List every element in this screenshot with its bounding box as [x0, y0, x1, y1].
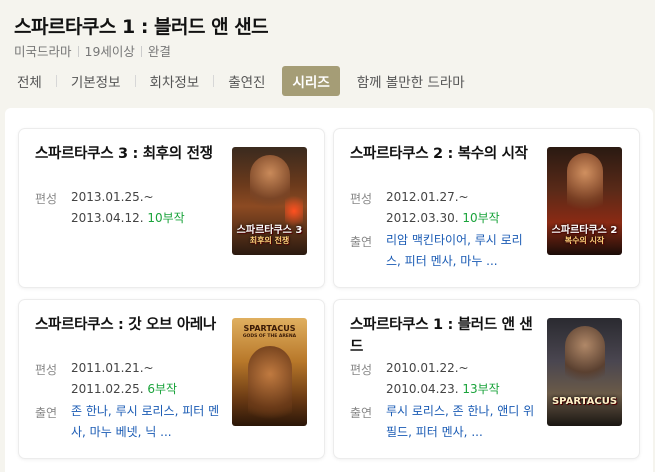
- poster-figure: [565, 326, 605, 390]
- series-card[interactable]: 스파르타쿠스 : 갓 오브 아레나 편성 2011.01.21.~ 2011.0…: [18, 299, 325, 459]
- tab-divider: [134, 75, 136, 87]
- poster-figure: [567, 153, 603, 219]
- broadcast-dates: 2011.01.21.~ 2011.02.25. 6부작: [71, 358, 221, 400]
- poster-image[interactable]: 스파르타쿠스 3 최후의 전쟁: [232, 147, 307, 255]
- poster-title: 스파르타쿠스 2: [551, 225, 618, 236]
- meta-status: 완결: [147, 44, 171, 59]
- tab-basic-info[interactable]: 기본정보: [68, 71, 124, 91]
- meta-genre: 미국드라마: [14, 44, 72, 59]
- meta-rating: 19세이상: [84, 44, 135, 59]
- series-panel: 스파르타쿠스 3 : 최후의 전쟁 편성 2013.01.25.~ 2013.0…: [5, 108, 653, 472]
- tab-series[interactable]: 시리즈: [282, 66, 340, 96]
- poster-subtitle: 복수의 시작: [564, 236, 605, 245]
- poster-image[interactable]: SPARTACUS GODS OF THE ARENA: [232, 318, 307, 426]
- poster-title: 스파르타쿠스 3: [236, 225, 303, 236]
- date-end: 2013.04.12.: [71, 211, 144, 225]
- broadcast-label: 편성: [35, 363, 58, 377]
- cast-label: 출연: [350, 235, 373, 249]
- date-end-row: 2010.04.23. 13부작: [386, 379, 536, 400]
- tab-recommended[interactable]: 함께 볼만한 드라마: [354, 71, 468, 91]
- broadcast-label: 편성: [35, 192, 58, 206]
- broadcast-dates: 2013.01.25.~ 2013.04.12. 10부작: [71, 187, 221, 229]
- series-card[interactable]: 스파르타쿠스 2 : 복수의 시작 편성 2012.01.27.~ 2012.0…: [333, 128, 640, 288]
- poster-title: SPARTACUS: [243, 324, 296, 333]
- poster-figure: [250, 155, 290, 215]
- episode-count: 6부작: [147, 382, 178, 396]
- poster-image[interactable]: SPARTACUS: [547, 318, 622, 426]
- date-start: 2011.01.21.~: [71, 361, 154, 375]
- tab-all[interactable]: 전체: [14, 71, 45, 91]
- series-title[interactable]: 스파르타쿠스 : 갓 오브 아레나: [35, 314, 225, 336]
- header: 스파르타쿠스 1 : 블러드 앤 샌드 미국드라마 19세이상 완결 전체 기본정보…: [0, 0, 655, 108]
- date-start: 2010.01.22.~: [386, 361, 469, 375]
- tab-divider: [55, 75, 57, 87]
- poster-subtitle: GODS OF THE ARENA: [242, 334, 297, 339]
- cast-list[interactable]: 존 한나, 루시 로리스, 피터 멘사, 마누 베넷, 닉 ...: [71, 401, 221, 443]
- poster-subtitle: 최후의 전쟁: [249, 236, 290, 245]
- episode-count: 10부작: [462, 211, 500, 225]
- date-end-row: 2011.02.25. 6부작: [71, 379, 221, 400]
- series-card[interactable]: 스파르타쿠스 3 : 최후의 전쟁 편성 2013.01.25.~ 2013.0…: [18, 128, 325, 288]
- date-end-row: 2013.04.12. 10부작: [71, 208, 221, 229]
- series-title[interactable]: 스파르타쿠스 2 : 복수의 시작: [350, 143, 540, 165]
- tab-episodes[interactable]: 회차정보: [147, 71, 203, 91]
- tab-cast[interactable]: 출연진: [225, 71, 268, 91]
- cast-list[interactable]: 루시 로리스, 존 한나, 앤디 위필드, 피터 멘사, ...: [386, 401, 536, 443]
- cast-label: 출연: [350, 406, 373, 420]
- cast-label: 출연: [35, 406, 58, 420]
- date-end-row: 2012.03.30. 10부작: [386, 208, 536, 229]
- broadcast-dates: 2010.01.22.~ 2010.04.23. 13부작: [386, 358, 536, 400]
- date-start: 2012.01.27.~: [386, 190, 469, 204]
- episode-count: 10부작: [147, 211, 185, 225]
- broadcast-label: 편성: [350, 192, 373, 206]
- broadcast-dates: 2012.01.27.~ 2012.03.30. 10부작: [386, 187, 536, 229]
- meta-info: 미국드라마 19세이상 완결: [14, 41, 171, 60]
- date-end: 2010.04.23.: [386, 382, 459, 396]
- cast-list[interactable]: 리암 맥킨타이어, 루시 로리스, 피터 멘사, 마누 ...: [386, 230, 536, 272]
- date-start: 2013.01.25.~: [71, 190, 154, 204]
- page-title: 스파르타쿠스 1 : 블러드 앤 샌드: [14, 16, 269, 38]
- poster-image[interactable]: 스파르타쿠스 2 복수의 시작: [547, 147, 622, 255]
- series-title[interactable]: 스파르타쿠스 1 : 블러드 앤 샌드: [350, 314, 540, 358]
- meta-divider: [77, 46, 79, 57]
- tab-bar: 전체 기본정보 회차정보 출연진 시리즈 함께 볼만한 드라마: [14, 66, 468, 96]
- meta-divider: [140, 46, 142, 57]
- poster-title: SPARTACUS: [551, 396, 618, 407]
- date-end: 2012.03.30.: [386, 211, 459, 225]
- series-title[interactable]: 스파르타쿠스 3 : 최후의 전쟁: [35, 143, 225, 165]
- poster-figure: [248, 346, 292, 426]
- episode-count: 13부작: [462, 382, 500, 396]
- date-end: 2011.02.25.: [71, 382, 144, 396]
- tab-divider: [213, 75, 215, 87]
- broadcast-label: 편성: [350, 363, 373, 377]
- series-card[interactable]: 스파르타쿠스 1 : 블러드 앤 샌드 편성 2010.01.22.~ 2010…: [333, 299, 640, 459]
